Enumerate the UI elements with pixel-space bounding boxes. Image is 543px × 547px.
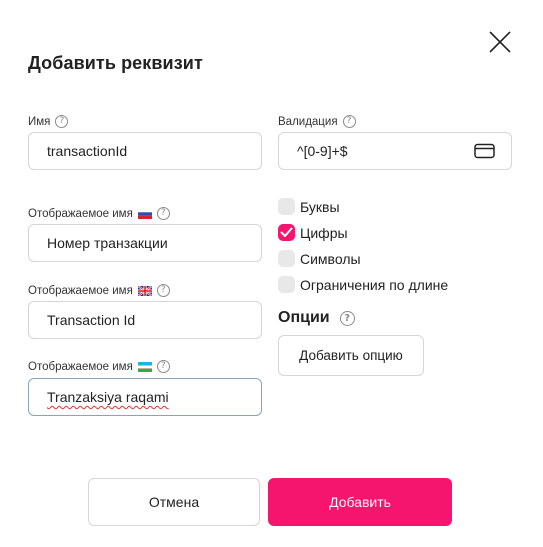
name-input-value: transactionId — [47, 143, 128, 159]
display-name-ru-label: Отображаемое имя ? — [28, 207, 170, 220]
checkbox-length-limit-label: Ограничения по длине — [300, 276, 449, 293]
close-icon — [489, 31, 511, 53]
display-name-ru-input[interactable]: Номер транзакции — [28, 224, 262, 262]
help-icon[interactable]: ? — [156, 207, 170, 220]
validation-input-value: ^[0-9]+$ — [297, 143, 348, 159]
help-icon[interactable]: ? — [339, 310, 355, 326]
display-name-uz-label: Отображаемое имя ? — [28, 360, 170, 373]
display-name-ru-label-text: Отображаемое имя — [28, 207, 133, 220]
gb-flag-icon — [137, 285, 152, 296]
name-input[interactable]: transactionId — [28, 132, 262, 170]
cancel-button[interactable]: Отмена — [88, 478, 260, 526]
help-icon[interactable]: ? — [156, 360, 170, 373]
help-icon[interactable]: ? — [342, 115, 356, 128]
name-label-text: Имя — [28, 115, 51, 128]
options-title: Опции — [278, 309, 330, 326]
checkbox-letters[interactable]: Буквы — [278, 198, 340, 215]
help-icon[interactable]: ? — [156, 284, 170, 297]
uz-flag-icon — [137, 361, 152, 372]
validation-label-text: Валидация — [278, 115, 338, 128]
options-heading: Опции ? — [278, 309, 355, 327]
submit-button[interactable]: Добавить — [268, 478, 452, 526]
checkbox-symbols[interactable]: Символы — [278, 250, 361, 267]
display-name-ru-value: Номер транзакции — [47, 235, 168, 251]
display-name-uz-value: Tranzaksiya raqami — [47, 389, 169, 405]
ru-flag-icon — [137, 208, 152, 219]
close-button[interactable] — [486, 28, 514, 56]
checkbox-length-limit[interactable]: Ограничения по длине — [278, 276, 448, 293]
display-name-en-label: Отображаемое имя ? — [28, 284, 170, 297]
checkbox-letters-label: Буквы — [300, 198, 340, 215]
add-option-button[interactable]: Добавить опцию — [278, 335, 424, 376]
card-icon[interactable] — [474, 143, 495, 159]
display-name-uz-label-text: Отображаемое имя — [28, 360, 133, 373]
checkbox-digits-label: Цифры — [300, 224, 348, 241]
checkbox-letters-box[interactable] — [278, 198, 295, 215]
dialog-title: Добавить реквизит — [28, 53, 203, 73]
checkbox-symbols-label: Символы — [300, 250, 361, 267]
validation-label: Валидация ? — [278, 115, 356, 128]
validation-input[interactable]: ^[0-9]+$ — [278, 132, 512, 170]
name-label: Имя ? — [28, 115, 69, 128]
help-icon[interactable]: ? — [55, 115, 69, 128]
display-name-uz-input[interactable]: Tranzaksiya raqami — [28, 378, 262, 416]
checkbox-symbols-box[interactable] — [278, 250, 295, 267]
checkbox-digits[interactable]: Цифры — [278, 224, 348, 241]
display-name-en-input[interactable]: Transaction Id — [28, 301, 262, 339]
checkbox-digits-box[interactable] — [278, 224, 295, 241]
check-icon — [280, 227, 293, 237]
display-name-en-value: Transaction Id — [47, 312, 136, 328]
add-requisite-dialog: Добавить реквизит Имя ? transactionId От… — [0, 0, 543, 547]
display-name-en-label-text: Отображаемое имя — [28, 284, 133, 297]
checkbox-length-limit-box[interactable] — [278, 276, 295, 293]
